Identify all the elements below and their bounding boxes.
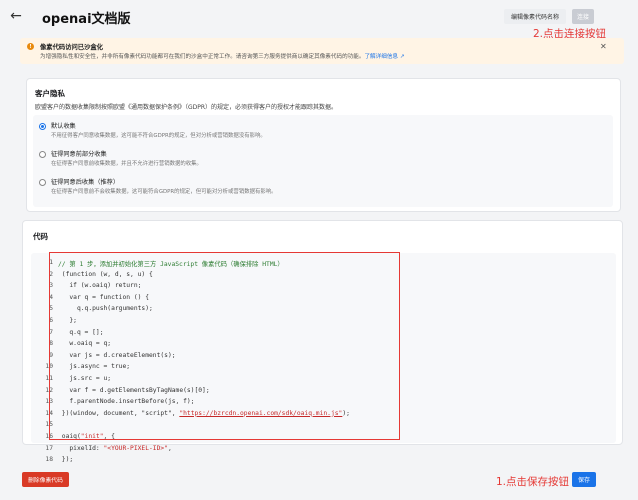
option-subtitle: 不用征得客户同意收集数据，这可能不符合GDPR的规定，但对分析或营销数据没有影响…: [51, 133, 266, 139]
learn-more-label: 了解详细信息: [364, 54, 399, 60]
code-string: "<YOUR-PIXEL-ID>": [103, 444, 168, 452]
privacy-heading: 客户隐私: [35, 89, 65, 98]
radio-unselected[interactable]: [39, 179, 46, 186]
code-line: });: [58, 456, 74, 464]
sandbox-banner: ! 像素代码访问已沙盒化 为增强隐私性和安全性，并非所有像素代码功能都可在我们的…: [20, 38, 624, 64]
code-token: ,: [167, 444, 172, 452]
arrow-left-icon[interactable]: ←: [8, 8, 24, 24]
warning-icon: !: [27, 43, 34, 50]
radio-selected[interactable]: [39, 123, 46, 130]
option-subtitle: 在征得客户同意前不会收集数据，这可能符合GDPR的规定，但可能对分析或营销数据有…: [51, 189, 277, 195]
code-heading: 代码: [33, 232, 48, 241]
annotation-highlight-box: [49, 252, 400, 440]
line-number: 18: [45, 456, 53, 464]
close-icon[interactable]: ✕: [600, 42, 607, 51]
privacy-option-after-consent[interactable]: 征得同意后收集（推荐） 在征得客户同意前不会收集数据，这可能符合GDPR的规定，…: [37, 177, 597, 201]
learn-more-link[interactable]: 了解详细信息 ↗: [364, 54, 404, 60]
radio-unselected[interactable]: [39, 151, 46, 158]
customer-privacy-card: 客户隐私 欧盟客户的数据收集限制按照欧盟《通用数据保护条例》（GDPR）的规定，…: [26, 78, 621, 212]
option-title: 默认收集: [51, 123, 76, 130]
privacy-option-default[interactable]: 默认收集 不用征得客户同意收集数据，这可能不符合GDPR的规定，但对分析或营销数…: [37, 121, 597, 145]
privacy-option-partial[interactable]: 征得同意前部分收集 在征得客户同意前收集数据，并且不允许进行营销数据的收集。: [37, 149, 597, 173]
option-title: 征得同意后收集（推荐）: [51, 179, 120, 186]
privacy-description: 欧盟客户的数据收集限制按照欧盟《通用数据保护条例》（GDPR）的规定，必须获得客…: [35, 104, 338, 111]
option-subtitle: 在征得客户同意前收集数据，并且不允许进行营销数据的收集。: [51, 161, 202, 167]
delete-pixel-button[interactable]: 删除像素代码: [22, 472, 69, 487]
code-token: pixelId:: [58, 444, 104, 452]
page-title: openai文档版: [42, 12, 131, 27]
code-card: 代码 1 2 3 4 5 6 7 8 9 10 11 12 13 14 15 1…: [22, 220, 623, 463]
connect-button[interactable]: 连接: [572, 9, 594, 24]
line-number: 17: [45, 444, 53, 452]
save-button[interactable]: 保存: [572, 472, 596, 487]
annotation-save-step: 1.点击保存按钮: [496, 476, 570, 488]
code-line: pixelId: "<YOUR-PIXEL-ID>",: [58, 445, 608, 457]
external-link-icon: ↗: [399, 54, 405, 60]
banner-description-text: 为增强隐私性和安全性，并非所有像素代码功能都可在我们的沙盒中正常工作。请咨询第三…: [40, 54, 365, 60]
privacy-options: 默认收集 不用征得客户同意收集数据，这可能不符合GDPR的规定，但对分析或营销数…: [33, 115, 613, 207]
banner-title: 像素代码访问已沙盒化: [40, 44, 103, 51]
edit-name-button[interactable]: 编辑像素代码名称: [504, 9, 566, 24]
option-title: 征得同意前部分收集: [51, 151, 107, 158]
banner-description: 为增强隐私性和安全性，并非所有像素代码功能都可在我们的沙盒中正常工作。请咨询第三…: [40, 52, 405, 60]
